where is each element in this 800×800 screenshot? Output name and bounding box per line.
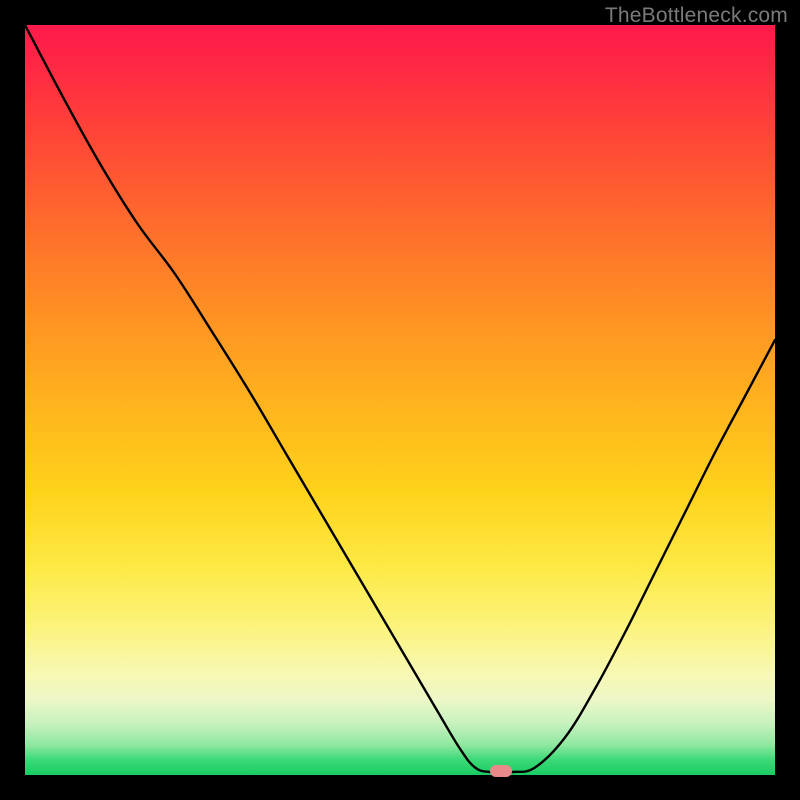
optimal-marker	[490, 765, 512, 777]
plot-area	[25, 25, 775, 775]
chart-frame: TheBottleneck.com	[0, 0, 800, 800]
bottleneck-curve	[25, 25, 775, 775]
watermark-label: TheBottleneck.com	[605, 4, 788, 28]
